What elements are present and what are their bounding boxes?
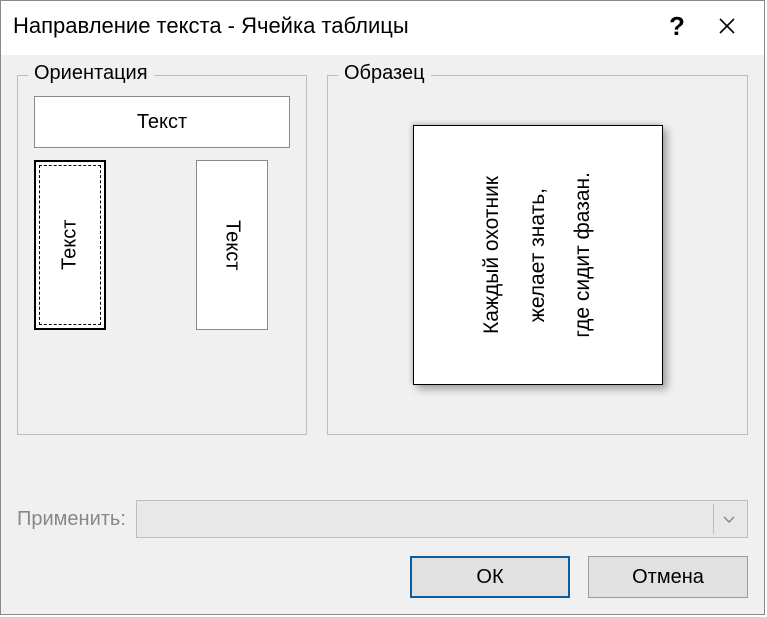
preview-line-1: Каждый охотник [475,176,509,334]
ok-button-label: ОК [476,566,503,589]
buttons-row: ОК Отмена [17,556,748,598]
help-button[interactable]: ? [652,7,702,45]
preview-legend: Образец [338,62,431,85]
orientation-group: Ориентация Текст Текст Текст [17,75,307,435]
orientation-vertical-row: Текст Текст [34,160,290,330]
ok-button[interactable]: ОК [410,556,570,598]
orientation-horizontal-label: Текст [137,111,187,134]
preview-group: Образец Каждый охотник желает знать, где… [327,75,748,435]
chevron-down-icon [713,504,743,534]
orientation-vertical-right[interactable]: Текст [196,160,268,330]
cancel-button-label: Отмена [632,566,704,589]
preview-line-2: желает знать, [521,188,555,322]
orientation-horizontal[interactable]: Текст [34,96,290,148]
dialog-body: Ориентация Текст Текст Текст Образец Каж… [1,55,764,614]
apply-label: Применить: [17,508,126,531]
groups-row: Ориентация Текст Текст Текст Образец Каж… [17,61,748,482]
close-button[interactable] [702,7,752,45]
orientation-vertical-left-label: Текст [59,220,82,270]
orientation-vertical-left[interactable]: Текст [34,160,106,330]
close-icon [718,17,736,35]
apply-combobox[interactable] [136,500,748,538]
preview-line-3: где сидит фазан. [566,172,600,338]
orientation-legend: Ориентация [28,62,154,85]
text-direction-dialog: Направление текста - Ячейка таблицы ? Ор… [0,0,765,615]
orientation-vertical-right-label: Текст [221,220,244,270]
preview-box: Каждый охотник желает знать, где сидит ф… [413,125,663,385]
dialog-title: Направление текста - Ячейка таблицы [13,13,652,39]
apply-row: Применить: [17,500,748,538]
titlebar: Направление текста - Ячейка таблицы ? [1,1,764,55]
cancel-button[interactable]: Отмена [588,556,748,598]
